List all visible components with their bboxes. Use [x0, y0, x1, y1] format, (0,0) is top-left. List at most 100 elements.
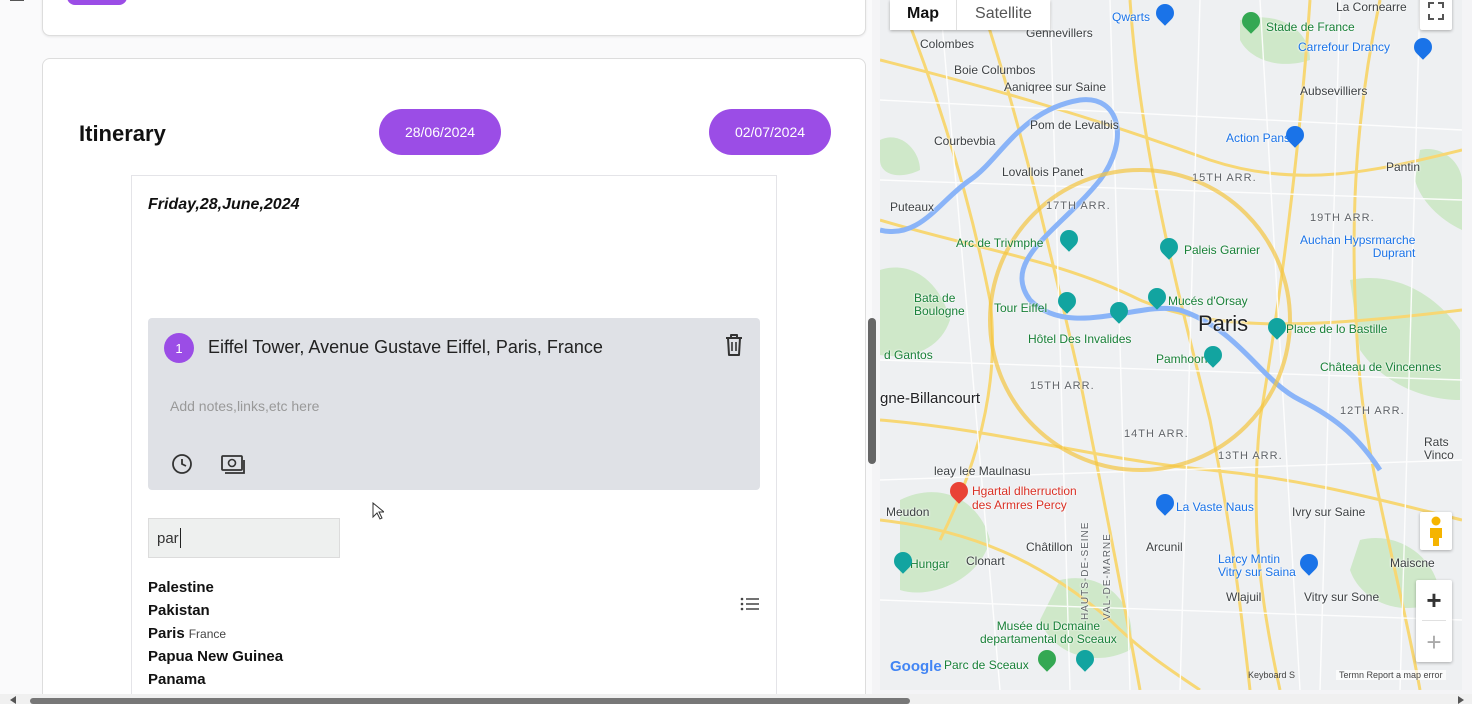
map-label-colombes: Colombes	[920, 37, 975, 51]
place-name: Eiffel Tower, Avenue Gustave Eiffel, Par…	[208, 337, 603, 357]
clock-icon[interactable]	[170, 452, 194, 476]
menu-icon[interactable]	[10, 0, 24, 1]
keyboard-shortcuts-link[interactable]: Keyboard S	[1248, 670, 1295, 680]
map-type-map-button[interactable]: Map	[890, 0, 957, 30]
map-label-bois-colombes: Boie Columbos	[954, 63, 1036, 77]
map-label-14th: 14TH ARR.	[1124, 428, 1189, 440]
money-icon[interactable]	[220, 452, 246, 476]
map-label-orsay: Mucés d'Orsay	[1168, 294, 1248, 308]
map-label-carrefour: Carrefour Drancy	[1298, 40, 1391, 54]
day-card: Friday,28,June,2024 1 Eiffel Tower, Aven…	[131, 175, 777, 694]
map-label-hauts-de-seine: HAUTS-DE-SEINE	[1080, 521, 1091, 620]
map-label-auchan: Auchan Hypsrmarche Duprant	[1300, 233, 1416, 260]
map-label-vincennes: Château de Vincennes	[1320, 360, 1442, 374]
end-date-button[interactable]: 02/07/2024	[709, 109, 831, 155]
zoom-in-button[interactable]: +	[1416, 580, 1452, 620]
suggestion-name: Panama	[148, 671, 206, 688]
map-label-invalides: Hôtel Des Invalides	[1028, 332, 1132, 346]
google-logo: Google	[890, 658, 942, 675]
fullscreen-button[interactable]	[1420, 0, 1452, 30]
itinerary-card: Itinerary 28/06/2024 02/07/2024 Friday,2…	[42, 58, 866, 694]
map-label-bastille: Place de lo Bastille	[1286, 322, 1388, 336]
map-label-eiffel: Tour Eiffel	[994, 301, 1048, 315]
previous-card-button[interactable]	[67, 0, 127, 5]
map-label-billancourt: gne-Billancourt	[880, 390, 981, 407]
map-label-vitry: Vitry sur Sone	[1304, 590, 1380, 604]
scroll-right-arrow-icon[interactable]	[1458, 696, 1464, 704]
map-label-pantheon: Pamhoon	[1156, 352, 1208, 366]
suggestion-name: Paris	[148, 625, 185, 642]
suggestion-item[interactable]: Panama	[148, 668, 283, 691]
suggestion-country: France	[188, 627, 227, 641]
map-label-vaste: La Vaste Naus	[1176, 500, 1254, 514]
text-caret	[180, 528, 181, 548]
previous-card	[42, 0, 866, 36]
map-label-qwartz: Qwarts	[1112, 10, 1151, 24]
map-label-ivry: Ivry sur Saine	[1292, 505, 1366, 519]
map-label-montreuil: Rats Vinco	[1424, 435, 1454, 462]
itinerary-title: Itinerary	[79, 121, 166, 146]
place-search-input[interactable]	[148, 518, 340, 558]
map-footer-links[interactable]: Termn Report a map error	[1336, 670, 1446, 680]
list-icon[interactable]	[740, 596, 760, 612]
map-label-maisons: Maiscne	[1390, 556, 1435, 570]
map-label-meudon: Meudon	[886, 505, 930, 519]
map-label-larcy: Larcy Mntin Vitry sur Saina	[1218, 552, 1296, 579]
map-label-arcueil: Arcunil	[1146, 540, 1183, 554]
map-label-levallois: Lovallois Panet	[1002, 165, 1084, 179]
map-label-asnieres: Aaniqree sur Saine	[1004, 80, 1107, 94]
map-label-arc: Arc de Trivmphe	[956, 236, 1044, 250]
trash-icon[interactable]	[722, 332, 746, 358]
map-label-val-de-marne: VAL-DE-MARNE	[1102, 533, 1113, 620]
map-label-puteaux: Puteaux	[890, 200, 935, 214]
place-number-badge: 1	[164, 333, 194, 363]
place-item[interactable]: 1 Eiffel Tower, Avenue Gustave Eiffel, P…	[148, 318, 760, 490]
map-label-stade: Stade de France	[1266, 20, 1355, 34]
day-title: Friday,28,June,2024	[148, 196, 300, 213]
map[interactable]: Paris Colombes Boie Columbos Aaniqree su…	[880, 0, 1462, 690]
zoom-control: + +	[1416, 580, 1452, 662]
map-label-17th: 17TH ARR.	[1046, 200, 1111, 212]
zoom-out-button[interactable]: +	[1416, 622, 1452, 662]
map-type-satellite-button[interactable]: Satellite	[957, 0, 1050, 30]
zoom-divider	[1422, 620, 1446, 621]
map-tiles	[880, 0, 1462, 690]
map-label-clamart: Clonart	[966, 554, 1005, 568]
map-label-gantos: d Gantos	[884, 348, 933, 362]
vertical-scrollbar[interactable]	[868, 318, 876, 464]
map-label-musee-sceaux: Musée du Dcmaine departamental do Sceaux	[980, 619, 1117, 646]
map-label-pantin: Pantin	[1386, 160, 1421, 174]
map-label-15th: 15TH ARR.	[1030, 380, 1095, 392]
suggestion-item[interactable]: Paris France	[148, 622, 283, 645]
suggestion-list: Palestine Pakistan Paris France Papua New…	[148, 576, 283, 691]
pegman-icon	[1430, 516, 1442, 546]
suggestion-item[interactable]: Palestine	[148, 576, 283, 599]
suggestion-item[interactable]: Pakistan	[148, 599, 283, 622]
fullscreen-icon	[1428, 2, 1444, 20]
map-label-chatillon: Châtillon	[1026, 540, 1073, 554]
map-label-bois-boulogne: Bata de Boulogne	[914, 291, 965, 318]
suggestion-name: Pakistan	[148, 602, 210, 619]
start-date-button[interactable]: 28/06/2024	[379, 109, 501, 155]
street-view-pegman[interactable]	[1420, 512, 1452, 550]
map-label-villejuif: Wlajuil	[1226, 590, 1262, 604]
map-label-courbevoie: Courbevbia	[934, 134, 996, 148]
map-label-issy: leay lee Maulnasu	[934, 464, 1031, 478]
suggestion-item[interactable]: Papua New Guinea	[148, 645, 283, 668]
scroll-left-arrow-icon[interactable]	[10, 696, 16, 704]
map-label-parc-sceaux: Parc de Sceaux	[944, 658, 1029, 672]
map-label-18th: 15TH ARR.	[1192, 172, 1257, 184]
map-label-12th: 12TH ARR.	[1340, 405, 1405, 417]
notes-input[interactable]: Add notes,links,etc here	[170, 398, 319, 414]
suggestion-name: Papua New Guinea	[148, 648, 284, 665]
suggestion-name: Palestine	[148, 579, 214, 596]
map-label-13th: 13TH ARR.	[1218, 450, 1283, 462]
map-label-aubervilliers: Aubsevilliers	[1300, 84, 1368, 98]
map-label-pont-levallois: Pom de Levalbis	[1030, 118, 1119, 132]
mouse-pointer-icon	[372, 502, 384, 520]
trip-planner-pane: Itinerary 28/06/2024 02/07/2024 Friday,2…	[0, 0, 872, 694]
map-label-action: Action Pans	[1226, 131, 1291, 145]
map-label-19th: 19TH ARR.	[1310, 212, 1375, 224]
map-type-control: Map Satellite	[890, 0, 1050, 30]
horizontal-scrollbar[interactable]	[30, 698, 910, 704]
